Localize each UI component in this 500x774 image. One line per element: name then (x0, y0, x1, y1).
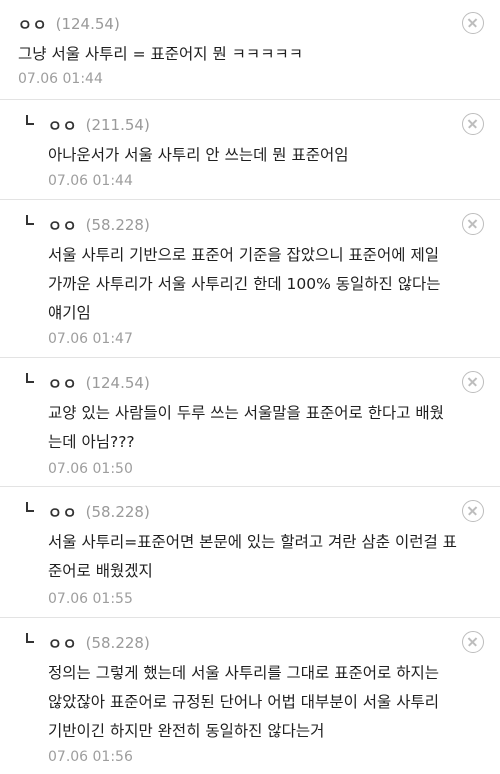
reply-item: ㅇㅇ (124.54) 교양 있는 사람들이 두루 쓰는 서울말을 표준어로 한… (0, 359, 500, 487)
comment-text: 정의는 그렇게 했는데 서울 사투리를 그대로 표준어로 하지는 않았잖아 표준… (48, 664, 439, 740)
comment-time: 07.06 01:47 (48, 331, 133, 347)
comment-text: 서울 사투리 기반으로 표준어 기준을 잡았으니 표준어에 제일 가까운 사투리… (48, 246, 441, 322)
reply-item: ㅇㅇ (58.228) 정의는 그렇게 했는데 서울 사투리를 그대로 표준어로… (0, 619, 500, 774)
comment-text: 서울 사투리=표준어면 본문에 있는 할려고 겨란 삼춘 이런걸 표 준어로 배… (48, 533, 457, 580)
reply-item: ㅇㅇ (211.54) 아나운서가 서울 사투리 안 쓰는데 뭔 표준어임 07… (0, 101, 500, 200)
comment-nickname[interactable]: ㅇㅇ (48, 115, 78, 136)
comment-header: ㅇㅇ (58.228) (48, 215, 150, 235)
comment-nickname[interactable]: ㅇㅇ (48, 502, 78, 523)
reply-arrow-icon (24, 373, 38, 387)
comment-time: 07.06 01:44 (48, 173, 133, 189)
comment-nickname[interactable]: ㅇㅇ (48, 633, 78, 654)
comment-ip: (58.228) (85, 503, 150, 521)
reply-item: ㅇㅇ (58.228) 서울 사투리 기반으로 표준어 기준을 잡았으니 표준어… (0, 201, 500, 358)
comment-ip: (124.54) (85, 374, 150, 392)
delete-icon[interactable] (462, 113, 484, 135)
comment-header: ㅇㅇ (58.228) (48, 633, 150, 653)
comment-ip: (58.228) (85, 634, 150, 652)
delete-icon[interactable] (462, 213, 484, 235)
comment-nickname[interactable]: ㅇㅇ (18, 14, 48, 35)
reply-arrow-icon (24, 633, 38, 647)
comment-time: 07.06 01:55 (48, 591, 133, 607)
comment-ip: (211.54) (85, 116, 150, 134)
comment-time: 07.06 01:44 (18, 71, 103, 87)
comment-text: 그냥 서울 사투리 = 표준어지 뭔 ㅋㅋㅋㅋㅋ (18, 45, 303, 63)
comment-time: 07.06 01:56 (48, 749, 133, 765)
delete-icon[interactable] (462, 371, 484, 393)
reply-arrow-icon (24, 502, 38, 516)
reply-arrow-icon (24, 115, 38, 129)
comment-ip: (124.54) (55, 15, 120, 33)
delete-icon[interactable] (462, 12, 484, 34)
comment-header: ㅇㅇ (211.54) (48, 115, 150, 135)
comment-header: ㅇㅇ (124.54) (48, 373, 150, 393)
comment-header: ㅇㅇ (58.228) (48, 502, 150, 522)
comment-ip: (58.228) (85, 216, 150, 234)
comment-nickname[interactable]: ㅇㅇ (48, 373, 78, 394)
comment-text: 아나운서가 서울 사투리 안 쓰는데 뭔 표준어임 (48, 146, 349, 164)
comment-text: 교양 있는 사람들이 두루 쓰는 서울말을 표준어로 한다고 배웠 는데 아님?… (48, 404, 444, 451)
comment-time: 07.06 01:50 (48, 461, 133, 477)
delete-icon[interactable] (462, 500, 484, 522)
reply-item: ㅇㅇ (58.228) 서울 사투리=표준어면 본문에 있는 할려고 겨란 삼춘… (0, 488, 500, 618)
reply-arrow-icon (24, 215, 38, 229)
comment-thread: ㅇㅇ (124.54) 그냥 서울 사투리 = 표준어지 뭔 ㅋㅋㅋㅋㅋ 07.… (0, 0, 500, 774)
comment-item: ㅇㅇ (124.54) 그냥 서울 사투리 = 표준어지 뭔 ㅋㅋㅋㅋㅋ 07.… (0, 0, 500, 100)
delete-icon[interactable] (462, 631, 484, 653)
comment-nickname[interactable]: ㅇㅇ (48, 215, 78, 236)
comment-header: ㅇㅇ (124.54) (18, 14, 120, 34)
